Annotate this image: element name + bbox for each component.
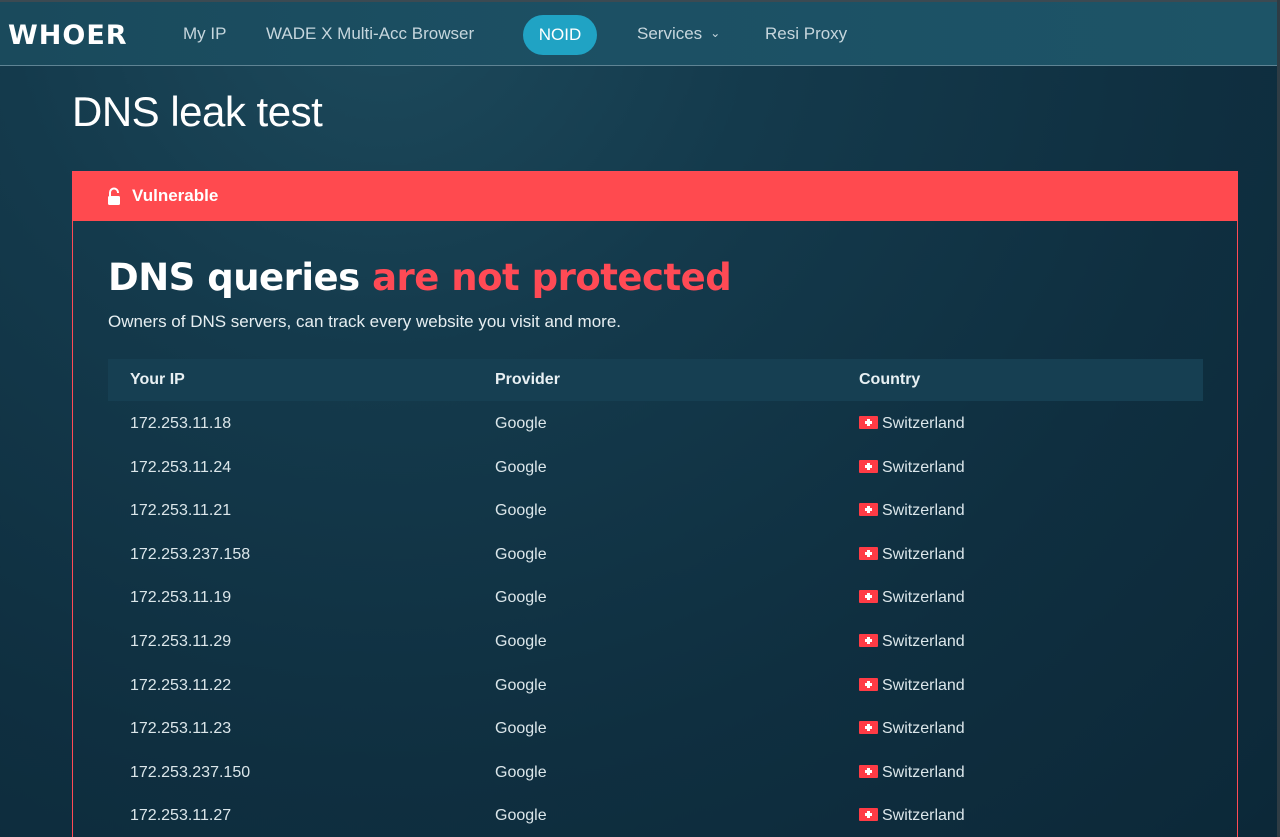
country-name: Switzerland bbox=[882, 415, 965, 432]
nav-noid-button[interactable]: NOID bbox=[523, 15, 597, 55]
country-name: Switzerland bbox=[882, 458, 965, 476]
nav-my-ip[interactable]: My IP bbox=[183, 24, 226, 44]
country-name: Switzerland bbox=[882, 676, 965, 694]
table-row: 172.253.11.21 Google Switzerland bbox=[108, 488, 1203, 532]
ip-cell: 172.253.237.150 bbox=[130, 763, 251, 781]
swiss-flag-icon bbox=[859, 764, 878, 778]
dns-servers-table: Your IP Provider Country 172.253.11.18 G… bbox=[108, 359, 1203, 837]
result-description: Owners of DNS servers, can track every w… bbox=[108, 312, 622, 331]
provider-cell: Google bbox=[495, 589, 547, 607]
provider-cell: Google bbox=[495, 720, 547, 738]
swiss-flag-icon bbox=[859, 677, 878, 691]
ip-cell: 172.253.11.21 bbox=[130, 502, 232, 520]
country-cell: Switzerland bbox=[859, 677, 965, 695]
ip-cell: 172.253.11.29 bbox=[130, 632, 232, 650]
ip-cell: 172.253.11.18 bbox=[130, 415, 232, 432]
provider-cell: Google bbox=[495, 502, 547, 520]
country-cell: Switzerland bbox=[859, 764, 965, 782]
swiss-flag-icon bbox=[859, 416, 878, 429]
page-title: DNS leak test bbox=[72, 88, 323, 135]
country-name: Switzerland bbox=[882, 807, 965, 825]
whoer-logo[interactable]: WHOER bbox=[8, 20, 128, 51]
result-headline: DNS queries are not protected bbox=[108, 256, 732, 299]
table-row: 172.253.11.24 Google Switzerland bbox=[108, 445, 1203, 489]
ip-cell: 172.253.11.19 bbox=[130, 589, 232, 607]
country-cell: Switzerland bbox=[859, 415, 965, 433]
nav-services-label: Services bbox=[637, 24, 703, 43]
country-cell: Switzerland bbox=[859, 502, 965, 520]
status-banner: Vulnerable bbox=[73, 172, 1237, 221]
provider-cell: Google bbox=[495, 632, 547, 650]
table-header: Your IP Provider Country bbox=[108, 359, 1203, 401]
table-row: 172.253.11.22 Google Switzerland bbox=[108, 663, 1203, 707]
country-cell: Switzerland bbox=[859, 807, 965, 825]
column-header-provider: Provider bbox=[495, 371, 560, 388]
headline-warning: are not protected bbox=[372, 256, 732, 299]
headline-part1: DNS queries bbox=[108, 256, 360, 299]
country-cell: Switzerland bbox=[859, 459, 965, 477]
provider-cell: Google bbox=[495, 763, 547, 781]
swiss-flag-icon bbox=[859, 459, 878, 473]
country-name: Switzerland bbox=[882, 763, 965, 781]
table-row: 172.253.237.158 Google Switzerland bbox=[108, 532, 1203, 576]
swiss-flag-icon bbox=[859, 503, 878, 517]
provider-cell: Google bbox=[495, 807, 547, 825]
ip-cell: 172.253.11.24 bbox=[130, 458, 232, 476]
column-header-country: Country bbox=[859, 371, 921, 388]
table-row: 172.253.11.27 Google Switzerland bbox=[108, 793, 1203, 837]
provider-cell: Google bbox=[495, 458, 547, 476]
table-row: 172.253.11.18 Google Switzerland bbox=[108, 401, 1203, 445]
country-name: Switzerland bbox=[882, 545, 965, 563]
swiss-flag-icon bbox=[859, 546, 878, 560]
swiss-flag-icon bbox=[859, 633, 878, 647]
country-cell: Switzerland bbox=[859, 633, 965, 651]
table-row: 172.253.237.150 Google Switzerland bbox=[108, 750, 1203, 794]
swiss-flag-icon bbox=[859, 721, 878, 735]
dns-result-card: Vulnerable DNS queries are not protected… bbox=[72, 171, 1238, 837]
country-name: Switzerland bbox=[882, 632, 965, 650]
ip-cell: 172.253.11.23 bbox=[130, 720, 232, 738]
swiss-flag-icon bbox=[859, 590, 878, 604]
table-row: 172.253.11.23 Google Switzerland bbox=[108, 706, 1203, 750]
status-label: Vulnerable bbox=[132, 186, 219, 205]
country-name: Switzerland bbox=[882, 589, 965, 607]
top-navbar: WHOER My IP WADE X Multi-Acc Browser NOI… bbox=[0, 2, 1280, 66]
swiss-flag-icon bbox=[859, 808, 878, 822]
ip-cell: 172.253.11.27 bbox=[130, 807, 232, 825]
country-name: Switzerland bbox=[882, 502, 965, 520]
ip-cell: 172.253.11.22 bbox=[130, 676, 232, 694]
column-header-ip: Your IP bbox=[130, 371, 185, 388]
nav-resi-proxy[interactable]: Resi Proxy bbox=[765, 24, 847, 44]
country-cell: Switzerland bbox=[859, 546, 965, 564]
table-row: 172.253.11.29 Google Switzerland bbox=[108, 619, 1203, 663]
unlocked-lock-icon bbox=[108, 187, 120, 205]
country-cell: Switzerland bbox=[859, 589, 965, 607]
nav-wade-x-browser[interactable]: WADE X Multi-Acc Browser bbox=[266, 24, 474, 44]
table-row: 172.253.11.19 Google Switzerland bbox=[108, 575, 1203, 619]
provider-cell: Google bbox=[495, 415, 547, 432]
nav-services-dropdown[interactable]: Services ⌄ bbox=[637, 24, 720, 44]
ip-cell: 172.253.237.158 bbox=[130, 545, 251, 563]
country-cell: Switzerland bbox=[859, 720, 965, 738]
provider-cell: Google bbox=[495, 676, 547, 694]
chevron-down-icon: ⌄ bbox=[710, 26, 721, 40]
provider-cell: Google bbox=[495, 545, 547, 563]
country-name: Switzerland bbox=[882, 720, 965, 738]
